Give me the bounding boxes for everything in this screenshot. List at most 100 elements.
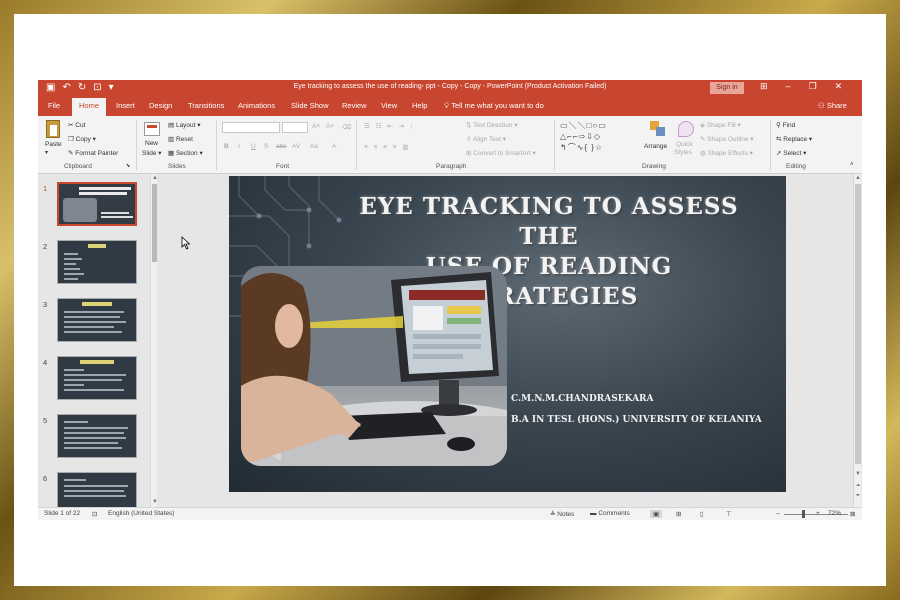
character-spacing-button[interactable]: AV xyxy=(292,143,300,150)
reset-button[interactable]: ▥ Reset xyxy=(168,135,193,143)
shrink-font-button[interactable]: A˅ xyxy=(326,123,334,130)
thumbnail-slide-2[interactable] xyxy=(57,240,137,284)
zoom-level[interactable]: 72% xyxy=(828,510,841,517)
thumbnail-scrollbar[interactable]: ▲ ▼ xyxy=(150,174,159,507)
share-button[interactable]: ⚇ Share xyxy=(818,101,847,110)
collapse-ribbon-icon[interactable]: ˄ xyxy=(850,162,854,168)
tab-insert[interactable]: Insert xyxy=(116,101,135,110)
ribbon-display-options-icon[interactable]: ⊞ xyxy=(760,81,768,92)
arrange-icon[interactable] xyxy=(650,121,666,137)
notes-button[interactable]: ≜ Notes xyxy=(550,510,574,518)
change-case-button[interactable]: Aa xyxy=(310,143,318,150)
paste-dropdown-icon[interactable]: ▾ xyxy=(45,149,48,156)
grow-font-button[interactable]: A˄ xyxy=(312,123,320,130)
list-buttons[interactable]: ☰ ☷ ⇤ ⇥ ↕ xyxy=(364,122,415,130)
thumbnail-text-line xyxy=(64,490,124,492)
clipboard-launcher-icon[interactable]: ⬊ xyxy=(126,163,130,169)
paste-button[interactable]: Paste xyxy=(45,141,62,148)
shape-outline-button[interactable]: ✎ Shape Outline ▾ xyxy=(700,135,754,143)
quick-styles-button[interactable]: Quick xyxy=(676,141,693,148)
language-status[interactable]: English (United States) xyxy=(108,510,174,517)
tell-me-search[interactable]: 💡︎ Tell me what you want to do xyxy=(444,101,544,111)
new-slide-label-2[interactable]: Slide ▾ xyxy=(142,149,162,157)
convert-smartart-button[interactable]: ⊞ Convert to SmartArt ▾ xyxy=(466,149,536,157)
font-color-button[interactable]: A xyxy=(332,143,336,150)
bold-button[interactable]: B xyxy=(224,143,229,150)
tab-slide-show[interactable]: Slide Show xyxy=(291,101,329,110)
clear-formatting-icon[interactable]: ⌫ xyxy=(342,123,351,131)
new-slide-icon[interactable] xyxy=(144,122,160,136)
alignment-buttons[interactable]: ≡ ≡ ≡ ≡ ▥ xyxy=(364,143,411,151)
thumbnail-slide-4[interactable] xyxy=(57,356,137,400)
thumbnail-slide-1[interactable] xyxy=(57,182,137,226)
find-button[interactable]: ⚲ Find xyxy=(776,121,795,129)
author-affiliation[interactable]: B.A IN TESL (HONS.) UNIVERSITY OF KELANI… xyxy=(511,415,762,425)
select-button[interactable]: ➚ Select ▾ xyxy=(776,149,806,157)
author-name[interactable]: C.M.N.M.CHANDRASEKARA xyxy=(511,394,654,404)
minimize-icon[interactable]: – xyxy=(786,81,791,92)
layout-button[interactable]: ▤ Layout ▾ xyxy=(168,121,201,129)
normal-view-icon[interactable]: ▣ xyxy=(650,510,663,518)
eye-tracking-photo[interactable] xyxy=(241,266,507,466)
italic-button[interactable]: I xyxy=(238,143,240,150)
text-direction-button[interactable]: ⇅ Text Direction ▾ xyxy=(466,121,518,129)
font-name-select[interactable] xyxy=(222,122,280,133)
clipboard-group-label: Clipboard xyxy=(64,163,92,170)
zoom-out-icon[interactable]: – xyxy=(776,510,780,517)
paste-icon[interactable] xyxy=(46,120,60,138)
font-size-select[interactable] xyxy=(282,122,308,133)
shapes-gallery[interactable]: ▭＼＼□○▭ △⌐⌐⇨⇩◇ ↰⌒∿{ }☆ xyxy=(560,120,636,156)
spell-check-icon[interactable]: ⊡ xyxy=(92,510,97,518)
scroll-up-icon[interactable]: ▲ xyxy=(854,174,862,182)
tab-animations[interactable]: Animations xyxy=(238,101,275,110)
align-text-button[interactable]: ⇳ Align Text ▾ xyxy=(466,135,506,143)
cut-button[interactable]: ✂ Cut xyxy=(68,121,85,129)
sign-in-button[interactable]: Sign in xyxy=(710,82,744,94)
section-button[interactable]: ▦ Section ▾ xyxy=(168,149,203,157)
copy-button[interactable]: ❐ Copy ▾ xyxy=(68,135,96,143)
tab-home[interactable]: Home xyxy=(72,98,107,116)
previous-slide-icon[interactable]: ⏶ xyxy=(854,482,862,490)
thumbnail-slide-3[interactable] xyxy=(57,298,137,342)
tab-design[interactable]: Design xyxy=(149,101,172,110)
format-painter-button[interactable]: ✎ Format Painter xyxy=(68,149,118,157)
shape-fill-button[interactable]: ◈ Shape Fill ▾ xyxy=(700,121,741,129)
scroll-up-icon[interactable]: ▲ xyxy=(151,174,159,182)
maximize-icon[interactable]: ❐ xyxy=(809,81,817,92)
thumbnail-text-line xyxy=(64,427,128,429)
tab-review[interactable]: Review xyxy=(342,101,367,110)
fit-to-window-icon[interactable]: ⊠ xyxy=(850,510,855,518)
slide-sorter-icon[interactable]: ⊞ xyxy=(676,510,681,518)
shape-effects-button[interactable]: ◍ Shape Effects ▾ xyxy=(700,149,753,157)
shadow-button[interactable]: S xyxy=(264,143,268,150)
scrollbar-thumb[interactable] xyxy=(855,184,861,464)
current-slide[interactable]: EYE TRACKING TO ASSESS THE USE OF READIN… xyxy=(229,176,786,492)
replace-button[interactable]: ⇆ Replace ▾ xyxy=(776,135,812,143)
search-icon: ⚲ xyxy=(776,122,783,129)
powerpoint-window: ▣ ↶ ↻ ⊡ ▾ Eye tracking to assess the use… xyxy=(38,80,862,520)
quick-styles-icon[interactable] xyxy=(678,121,694,137)
reading-view-icon[interactable]: ▯ xyxy=(700,510,704,518)
scroll-down-icon[interactable]: ▼ xyxy=(854,470,862,478)
thumbnail-title-line xyxy=(80,360,114,364)
tab-view[interactable]: View xyxy=(381,101,397,110)
next-slide-icon[interactable]: ⏷ xyxy=(854,492,862,500)
comments-button[interactable]: ▬ Comments xyxy=(590,510,630,517)
tab-file[interactable]: File xyxy=(48,101,60,110)
tab-help[interactable]: Help xyxy=(412,101,427,110)
divider xyxy=(554,120,555,170)
zoom-slider-handle[interactable] xyxy=(802,510,805,518)
arrange-button[interactable]: Arrange xyxy=(644,143,667,150)
scroll-down-icon[interactable]: ▼ xyxy=(151,498,159,506)
quick-styles-button-2[interactable]: Styles xyxy=(674,149,692,156)
scrollbar-thumb[interactable] xyxy=(152,184,157,262)
underline-button[interactable]: U xyxy=(251,143,256,150)
close-icon[interactable]: ✕ xyxy=(835,81,843,92)
tab-transitions[interactable]: Transitions xyxy=(188,101,224,110)
thumbnail-slide-5[interactable] xyxy=(57,414,137,458)
slide-show-icon[interactable]: ⊤ xyxy=(726,510,732,518)
new-slide-label[interactable]: New xyxy=(145,140,158,147)
strikethrough-button[interactable]: abc xyxy=(276,143,286,150)
zoom-in-icon[interactable]: + xyxy=(816,510,820,517)
editor-scrollbar[interactable]: ▲ ▼ ⏶ ⏷ xyxy=(853,174,861,507)
